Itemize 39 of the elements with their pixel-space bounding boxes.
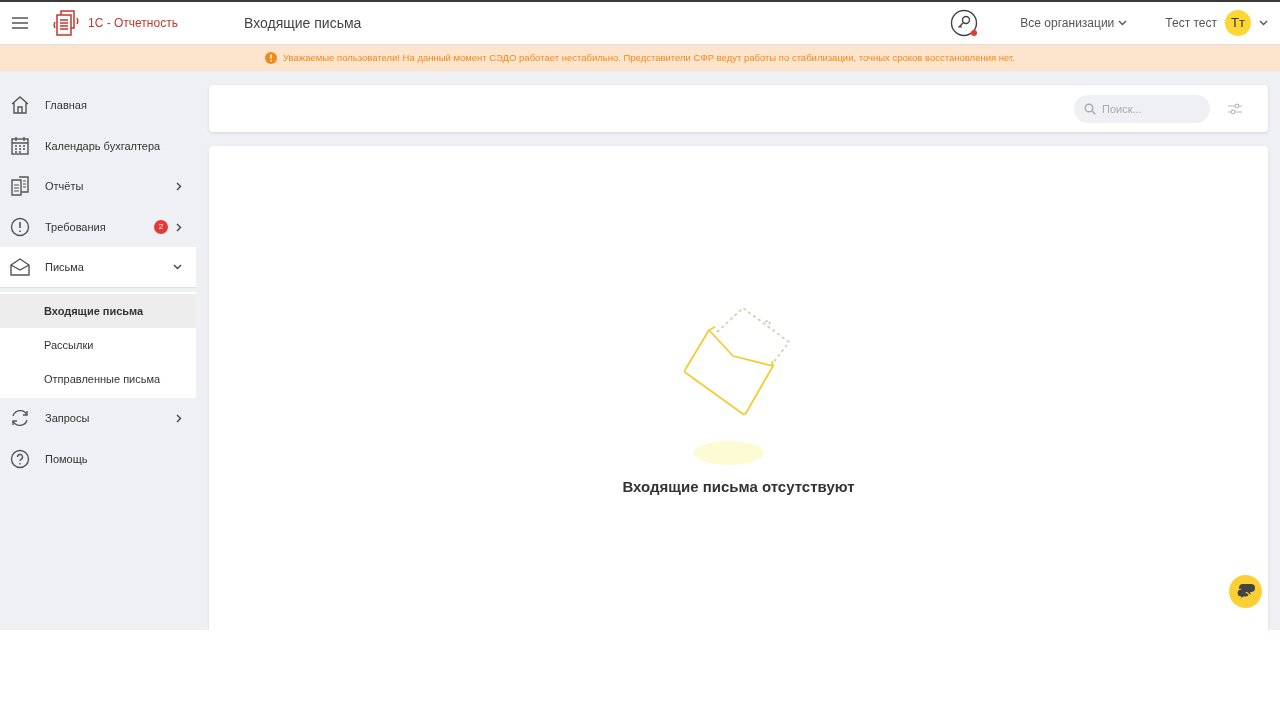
refresh-icon xyxy=(10,408,30,429)
sidebar-item[interactable]: Помощь xyxy=(0,438,196,480)
chevron-right-icon xyxy=(176,413,182,423)
menu-icon[interactable] xyxy=(12,17,28,29)
organization-dropdown[interactable]: Все организации xyxy=(1020,14,1128,32)
caret-icon xyxy=(1118,20,1128,26)
sidebar-item[interactable]: Календарь бухгалтера xyxy=(0,125,196,167)
sidebar-item[interactable]: Главная xyxy=(0,85,196,126)
user-name[interactable]: Тест тест xyxy=(1165,14,1217,32)
search-field[interactable]: Поиск... xyxy=(1074,94,1210,123)
submenu-item[interactable]: Рассылки xyxy=(0,327,196,362)
submenu-item[interactable]: Входящие письма xyxy=(0,293,196,328)
chevron-right-icon xyxy=(176,182,182,191)
help-icon xyxy=(10,448,30,469)
search-icon xyxy=(1084,102,1096,115)
sidebar-item[interactable]: Письма xyxy=(0,247,196,288)
key-icon[interactable] xyxy=(950,9,979,37)
home-icon xyxy=(10,95,30,116)
empty-state-message: Входящие письма отсутствуют xyxy=(622,477,855,497)
page-title: Входящие письма xyxy=(244,13,362,33)
documents-icon xyxy=(10,176,30,197)
caret-icon[interactable] xyxy=(1259,20,1268,26)
documents-logo-icon xyxy=(52,10,80,36)
chevron-right-icon xyxy=(176,222,182,232)
user-avatar[interactable]: Тт xyxy=(1225,10,1251,36)
calendar-icon xyxy=(10,135,30,156)
exclamation-icon xyxy=(10,217,30,238)
chat-icon xyxy=(1236,583,1255,600)
submenu-item[interactable]: Отправленные письма xyxy=(0,361,196,396)
app-name[interactable]: 1С - Отчетность xyxy=(88,14,228,32)
warning-icon xyxy=(265,52,278,64)
chat-button[interactable] xyxy=(1229,575,1262,608)
chevron-down-icon xyxy=(173,264,182,271)
warning-message: Уважаемые пользователи! На данный момент СЭДО работает нестабильно. Представители СФР ведут работы по стабилизации, точных сроков восстановления нет. xyxy=(283,50,1015,65)
sidebar-item[interactable]: Отчёты xyxy=(0,166,196,207)
sidebar-item[interactable]: Запросы xyxy=(0,397,196,439)
sidebar-item[interactable]: Требования 2 xyxy=(0,206,196,248)
envelope-icon xyxy=(10,257,30,278)
count-badge: 2 xyxy=(154,220,168,235)
